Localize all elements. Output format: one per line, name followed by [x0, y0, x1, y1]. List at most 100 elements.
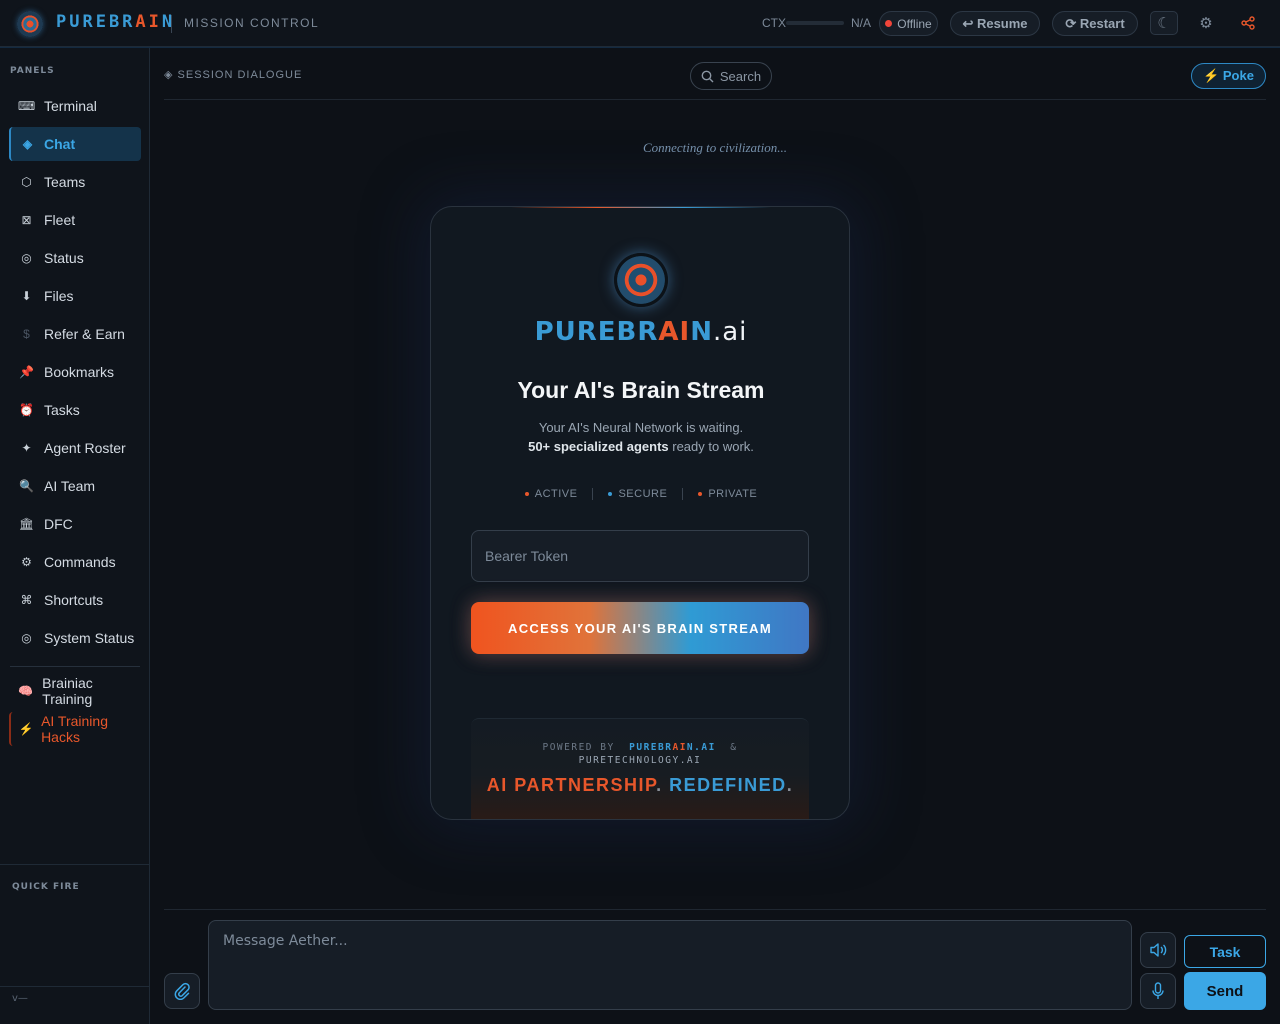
sidebar: PANELS ⌨ Terminal ◈ Chat ⬡ Teams ⊠ Fleet… — [0, 48, 150, 1024]
brand-logo-icon — [614, 253, 668, 307]
search-icon — [701, 70, 714, 82]
sidebar-item-label: Teams — [44, 174, 86, 190]
sidebar-divider — [10, 666, 140, 667]
bank-building-icon: 🏛 — [18, 517, 35, 531]
share-icon[interactable] — [1234, 11, 1262, 35]
hexagon-icon: ⬡ — [21, 175, 32, 189]
paperclip-icon — [174, 982, 190, 1000]
microphone-icon — [1152, 982, 1164, 999]
card-subtitle: Your AI's Neural Network is waiting. 50+… — [528, 420, 754, 454]
search-button[interactable]: Search — [690, 62, 772, 90]
sidebar-item-label: Brainiac Training — [42, 675, 93, 707]
gear-icon: ⚙ — [21, 555, 32, 569]
connection-status-badge: Offline — [879, 11, 938, 36]
sidebar-item-ai-training-hacks[interactable]: ⚡ AI Training Hacks — [9, 712, 141, 746]
login-card: PUREBRAIN.ai Your AI's Brain Stream Your… — [430, 206, 850, 820]
alarm-clock-icon: ⏰ — [19, 403, 34, 417]
sidebar-item-system-status[interactable]: ◎ System Status — [9, 621, 141, 655]
sidebar-heading: PANELS — [10, 66, 55, 76]
command-key-icon: ⌘ — [20, 593, 33, 607]
keyboard-icon: ⌨ — [17, 99, 36, 113]
brand-name: PUREBRAIN — [56, 12, 176, 32]
connecting-status-text: Connecting to civilization... — [642, 140, 788, 155]
attach-button[interactable] — [164, 973, 200, 1009]
theme-toggle-moon-icon[interactable]: ☾ — [1150, 11, 1178, 35]
badge-private: PRIVATE — [683, 488, 772, 500]
sidebar-item-label: Commands — [44, 554, 116, 570]
ctx-value: N/A — [851, 16, 872, 30]
tagline: AI PARTNERSHIP. REDEFINED. — [486, 775, 794, 795]
secure-dot-icon — [608, 492, 613, 496]
resume-button[interactable]: ↩ Resume — [950, 11, 1040, 36]
brand-divider — [171, 15, 172, 33]
settings-gear-icon[interactable]: ⚙ — [1192, 11, 1220, 35]
sidebar-item-brainiac-training[interactable]: 🧠 Brainiac Training — [9, 674, 141, 708]
restart-button[interactable]: ⟳ Restart — [1052, 11, 1138, 36]
sidebar-item-label: AI Team — [44, 478, 96, 494]
sidebar-item-label: System Status — [44, 630, 135, 646]
sidebar-item-fleet[interactable]: ⊠ Fleet — [9, 203, 141, 237]
sidebar-item-files[interactable]: ⬇ Files — [9, 279, 141, 313]
sidebar-item-bookmarks[interactable]: 📌 Bookmarks — [9, 355, 141, 389]
sidebar-item-label: Fleet — [44, 212, 76, 228]
send-button[interactable]: Send — [1184, 972, 1266, 1010]
sidebar-item-label: Files — [44, 288, 74, 304]
active-dot-icon — [524, 492, 529, 496]
sidebar-item-commands[interactable]: ⚙ Commands — [9, 545, 141, 579]
microphone-button[interactable] — [1140, 973, 1176, 1009]
target-icon: ◎ — [21, 251, 32, 265]
sidebar-item-ai-team[interactable]: 🔍 AI Team — [9, 469, 141, 503]
ctx-progress-bar — [786, 21, 844, 25]
top-bar: PUREBRAIN MISSION CONTROL CTX N/A Offlin… — [0, 0, 1280, 47]
sparkle-icon: ✦ — [21, 441, 32, 455]
message-input[interactable] — [208, 920, 1132, 1010]
quick-fire-heading: QUICK FIRE — [12, 882, 80, 892]
task-button[interactable]: Task — [1184, 935, 1266, 968]
download-arrow-icon: ⬇ — [21, 289, 32, 303]
sidebar-item-label: Agent Roster — [44, 440, 126, 456]
sidebar-item-dfc[interactable]: 🏛 DFC — [9, 507, 141, 541]
sidebar-item-label: DFC — [44, 516, 73, 532]
badge-active: ACTIVE — [510, 488, 593, 500]
sidebar-item-refer-earn[interactable]: $ Refer & Earn — [9, 317, 141, 351]
bearer-token-input[interactable] — [471, 530, 809, 582]
sidebar-item-tasks[interactable]: ⏰ Tasks — [9, 393, 141, 427]
sidebar-item-agent-roster[interactable]: ✦ Agent Roster — [9, 431, 141, 465]
sidebar-item-label: Refer & Earn — [44, 326, 125, 342]
sidebar-item-label: Tasks — [44, 402, 80, 418]
brain-icon: 🧠 — [18, 684, 34, 698]
status-dot-icon — [885, 20, 893, 27]
pushpin-icon: 📌 — [19, 365, 34, 379]
fleet-box-icon: ⊠ — [21, 213, 32, 227]
speaker-icon — [1150, 943, 1167, 957]
sidebar-item-label: Terminal — [44, 98, 97, 114]
version-label: v— — [12, 993, 28, 1004]
sidebar-item-label: Status — [44, 250, 84, 266]
poke-button[interactable]: ⚡ Poke — [1191, 63, 1266, 89]
sidebar-item-teams[interactable]: ⬡ Teams — [9, 165, 141, 199]
sidebar-item-label: Bookmarks — [44, 364, 115, 380]
composer-divider — [164, 909, 1266, 910]
app-subtitle: MISSION CONTROL — [184, 16, 320, 30]
speaker-button[interactable] — [1140, 932, 1176, 968]
search-label: Search — [719, 68, 762, 84]
sidebar-item-shortcuts[interactable]: ⌘ Shortcuts — [9, 583, 141, 617]
status-badges: ACTIVE SECURE PRIVATE — [431, 488, 849, 500]
card-accent-line — [511, 207, 771, 208]
sidebar-divider — [0, 986, 149, 987]
status-text: Offline — [897, 16, 932, 31]
sidebar-divider — [0, 864, 149, 865]
sidebar-item-terminal[interactable]: ⌨ Terminal — [9, 89, 141, 123]
header-divider — [164, 99, 1266, 100]
powered-by-text: POWERED BY PUREBRAIN.AI & PURETECHNOLOGY… — [542, 742, 738, 766]
private-dot-icon — [698, 492, 703, 496]
access-brain-stream-button[interactable]: ACCESS YOUR AI'S BRAIN STREAM — [471, 602, 809, 654]
target-icon: ◎ — [21, 631, 32, 645]
badge-secure: SECURE — [593, 488, 682, 500]
sidebar-item-label: AI Training Hacks — [41, 713, 108, 745]
sidebar-item-status[interactable]: ◎ Status — [9, 241, 141, 275]
card-brand-name: PUREBRAIN.ai — [534, 317, 748, 347]
dollar-icon: $ — [23, 327, 30, 341]
powered-by-footer: POWERED BY PUREBRAIN.AI & PURETECHNOLOGY… — [471, 718, 809, 819]
lightning-icon: ⚡ — [18, 722, 34, 736]
